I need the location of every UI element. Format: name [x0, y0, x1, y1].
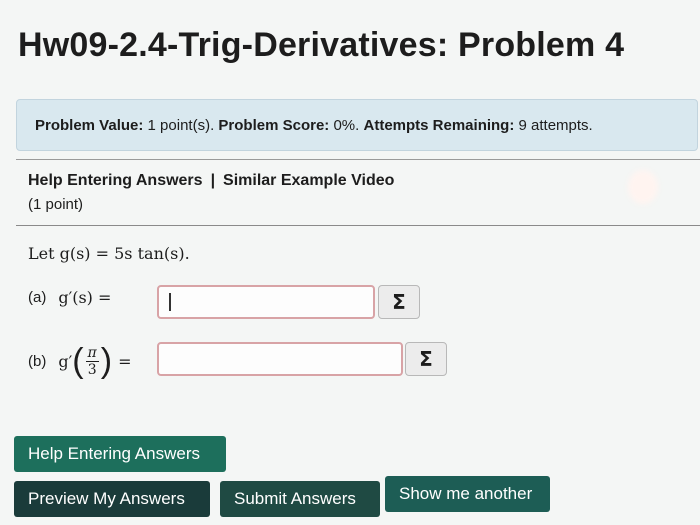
help-entering-answers-button[interactable]: Help Entering Answers [14, 436, 226, 472]
text-cursor [169, 293, 171, 311]
help-entering-answers-link[interactable]: Help Entering Answers [28, 172, 203, 189]
divider-top [16, 159, 700, 160]
divider-bottom [16, 225, 700, 226]
problem-value-label: Problem Value: [35, 117, 144, 134]
part-b: (b) g′ ( π 3 ) = [28, 344, 131, 378]
part-a: (a) g′(s) = [28, 288, 111, 307]
part-b-equals: = [118, 351, 132, 371]
fraction-denominator: 3 [87, 361, 97, 378]
problem-score-label: Problem Score: [218, 117, 330, 134]
part-a-expression: g′(s) = [58, 288, 112, 307]
problem-score: 0%. [333, 117, 360, 134]
similar-example-video-link[interactable]: Similar Example Video [223, 172, 394, 189]
equation-editor-b-icon[interactable]: Σ [405, 342, 447, 376]
attempts-remaining-label: Attempts Remaining: [363, 117, 515, 134]
left-paren: ( [72, 342, 84, 380]
help-links: Help Entering Answers | Similar Example Vi… [28, 172, 394, 190]
attempts-remaining: 9 attempts. [518, 117, 593, 134]
points-text: (1 point) [28, 196, 84, 213]
page-title: Hw09-2.4-Trig-Derivatives: Problem 4 [18, 26, 625, 64]
link-separator: | [210, 172, 216, 189]
preview-answers-button[interactable]: Preview My Answers [14, 481, 210, 517]
problem-status-bar: Problem Value: 1 point(s). Problem Score… [16, 99, 698, 151]
screen-glare [628, 170, 658, 204]
problem-statement: Let g(s) = 5s tan(s). [28, 244, 190, 263]
problem-value: 1 point(s). [147, 117, 215, 134]
fraction-numerator: π [85, 344, 99, 362]
part-b-function: g′ [58, 351, 73, 371]
submit-answers-button[interactable]: Submit Answers [220, 481, 380, 517]
show-another-button[interactable]: Show me another [385, 476, 550, 512]
equation-editor-a-icon[interactable]: Σ [378, 285, 420, 319]
part-b-label: (b) [28, 352, 47, 370]
right-paren: ) [100, 342, 113, 380]
answer-input-a[interactable] [157, 285, 375, 319]
part-a-label: (a) [28, 289, 47, 306]
pi-over-3-fraction: π 3 [85, 344, 99, 378]
answer-input-b[interactable] [157, 342, 403, 376]
